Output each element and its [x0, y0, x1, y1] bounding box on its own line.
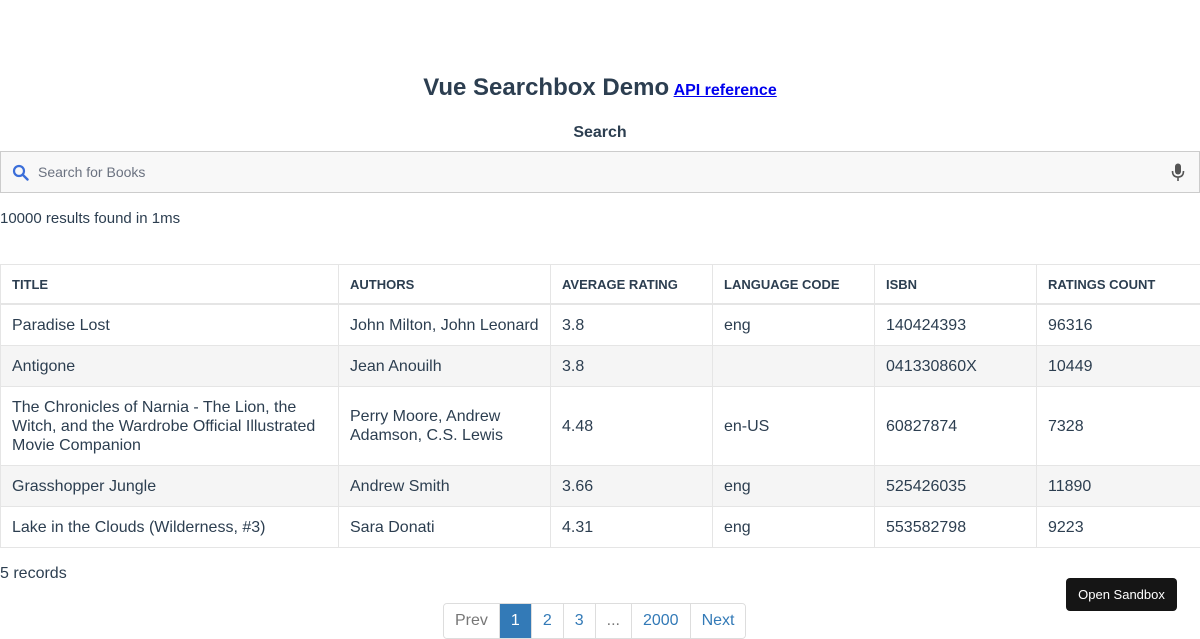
cell-language-code	[713, 346, 875, 387]
cell-authors: Sara Donati	[339, 507, 551, 548]
cell-isbn: 140424393	[875, 304, 1037, 346]
cell-title: Lake in the Clouds (Wilderness, #3)	[1, 507, 339, 548]
table-row: The Chronicles of Narnia - The Lion, the…	[1, 387, 1200, 466]
page-button-2[interactable]: 2	[531, 604, 563, 638]
search-icon	[12, 164, 29, 181]
table-header-row: TITLE AUTHORS AVERAGE RATING LANGUAGE CO…	[1, 265, 1200, 305]
column-header-isbn[interactable]: ISBN	[875, 265, 1037, 305]
column-header-language-code[interactable]: LANGUAGE CODE	[713, 265, 875, 305]
page-title: Vue Searchbox Demo	[423, 74, 669, 101]
cell-average-rating: 4.31	[551, 507, 713, 548]
results-table: TITLE AUTHORS AVERAGE RATING LANGUAGE CO…	[0, 264, 1200, 548]
cell-isbn: 525426035	[875, 466, 1037, 507]
cell-language-code: eng	[713, 466, 875, 507]
table-row: Lake in the Clouds (Wilderness, #3) Sara…	[1, 507, 1200, 548]
search-box[interactable]	[0, 151, 1200, 193]
search-input[interactable]	[38, 152, 1148, 192]
api-reference-link[interactable]: API reference	[674, 82, 777, 99]
page-ellipsis: ...	[595, 604, 631, 638]
page-button-1[interactable]: 1	[499, 604, 531, 638]
open-sandbox-button[interactable]: Open Sandbox	[1066, 578, 1177, 611]
cell-isbn: 553582798	[875, 507, 1037, 548]
microphone-icon[interactable]	[1171, 163, 1185, 182]
cell-ratings-count: 10449	[1037, 346, 1200, 387]
cell-average-rating: 4.48	[551, 387, 713, 466]
cell-ratings-count: 9223	[1037, 507, 1200, 548]
cell-average-rating: 3.8	[551, 304, 713, 346]
table-row: Paradise Lost John Milton, John Leonard …	[1, 304, 1200, 346]
cell-ratings-count: 96316	[1037, 304, 1200, 346]
prev-page-button[interactable]: Prev	[444, 604, 499, 638]
table-row: Grasshopper Jungle Andrew Smith 3.66 eng…	[1, 466, 1200, 507]
cell-title: Paradise Lost	[1, 304, 339, 346]
cell-isbn: 60827874	[875, 387, 1037, 466]
cell-language-code: eng	[713, 507, 875, 548]
cell-authors: Andrew Smith	[339, 466, 551, 507]
cell-isbn: 041330860X	[875, 346, 1037, 387]
column-header-average-rating[interactable]: AVERAGE RATING	[551, 265, 713, 305]
table-row: Antigone Jean Anouilh 3.8 041330860X 104…	[1, 346, 1200, 387]
column-header-title[interactable]: TITLE	[1, 265, 339, 305]
cell-ratings-count: 11890	[1037, 466, 1200, 507]
cell-language-code: en-US	[713, 387, 875, 466]
column-header-authors[interactable]: AUTHORS	[339, 265, 551, 305]
page-button-2000[interactable]: 2000	[631, 604, 690, 638]
cell-language-code: eng	[713, 304, 875, 346]
cell-authors: John Milton, John Leonard	[339, 304, 551, 346]
pagination: Prev 1 2 3 ... 2000 Next	[443, 603, 746, 639]
cell-average-rating: 3.66	[551, 466, 713, 507]
cell-ratings-count: 7328	[1037, 387, 1200, 466]
next-page-button[interactable]: Next	[690, 604, 746, 638]
cell-average-rating: 3.8	[551, 346, 713, 387]
page-button-3[interactable]: 3	[563, 604, 595, 638]
search-label: Search	[0, 124, 1200, 142]
results-stats: 10000 results found in 1ms	[0, 210, 180, 227]
cell-title: Grasshopper Jungle	[1, 466, 339, 507]
column-header-ratings-count[interactable]: RATINGS COUNT	[1037, 265, 1200, 305]
cell-authors: Jean Anouilh	[339, 346, 551, 387]
records-count: 5 records	[0, 565, 67, 583]
cell-title: Antigone	[1, 346, 339, 387]
page-header: Vue Searchbox Demo API reference	[0, 74, 1200, 102]
cell-title: The Chronicles of Narnia - The Lion, the…	[1, 387, 339, 466]
cell-authors: Perry Moore, Andrew Adamson, C.S. Lewis	[339, 387, 551, 466]
